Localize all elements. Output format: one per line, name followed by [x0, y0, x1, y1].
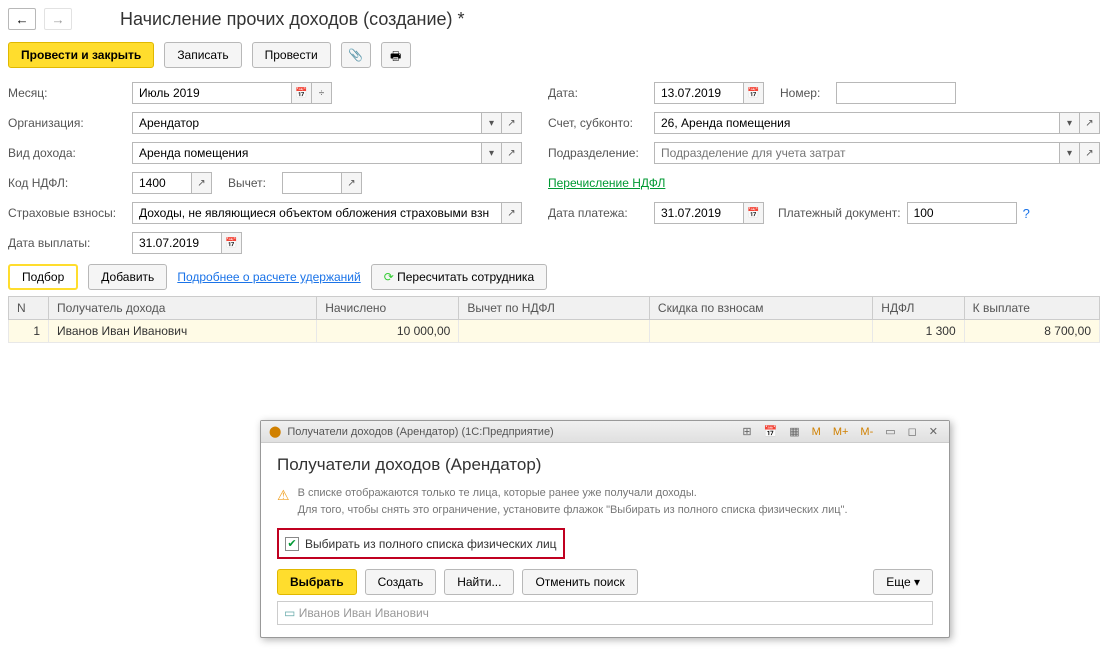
list-item: Иванов Иван Иванович — [299, 606, 429, 620]
alert-line-2: Для того, чтобы снять это ограничение, у… — [298, 502, 848, 519]
dept-label: Подразделение: — [548, 146, 648, 160]
minimize-icon[interactable]: ▭ — [882, 425, 898, 438]
number-label: Номер: — [780, 86, 830, 100]
select-button[interactable]: Выбрать — [277, 569, 357, 595]
grid-icon[interactable]: ▦ — [786, 425, 802, 438]
income-grid: N Получатель дохода Начислено Вычет по Н… — [8, 296, 1100, 343]
app-icon: ⬤ — [269, 425, 281, 438]
refresh-icon: ⟳ — [384, 270, 394, 284]
payout-date-label: Дата выплаты: — [8, 236, 126, 250]
find-button[interactable]: Найти... — [444, 569, 514, 595]
open-icon[interactable]: ↗ — [342, 172, 362, 194]
col-discount[interactable]: Скидка по взносам — [649, 297, 872, 320]
pick-button[interactable]: Подбор — [8, 264, 78, 290]
recalc-button[interactable]: ⟳ Пересчитать сотрудника — [371, 264, 547, 290]
col-payout[interactable]: К выплате — [964, 297, 1099, 320]
dropdown-icon[interactable]: ▾ — [1060, 112, 1080, 134]
deduction-label: Вычет: — [228, 176, 276, 190]
account-label: Счет, субконто: — [548, 116, 648, 130]
help-icon[interactable]: ? — [1023, 206, 1030, 221]
ins-label: Страховые взносы: — [8, 206, 126, 220]
attachment-icon[interactable]: 📎 — [341, 42, 371, 68]
person-icon: ▭ — [284, 606, 295, 620]
add-button[interactable]: Добавить — [88, 264, 167, 290]
open-icon[interactable]: ↗ — [1080, 112, 1100, 134]
col-recipient[interactable]: Получатель дохода — [49, 297, 317, 320]
pay-doc-input[interactable] — [907, 202, 1017, 224]
dept-input[interactable] — [654, 142, 1060, 164]
open-icon[interactable]: ↗ — [1080, 142, 1100, 164]
details-link[interactable]: Подробнее о расчете удержаний — [177, 270, 360, 284]
pay-date-input[interactable] — [654, 202, 744, 224]
popup-title: Получатели доходов (Арендатор) (1С:Предп… — [287, 426, 553, 438]
month-input[interactable] — [132, 82, 292, 104]
popup-list[interactable]: ▭ Иванов Иван Иванович — [277, 601, 933, 625]
ins-input[interactable] — [132, 202, 502, 224]
org-label: Организация: — [8, 116, 126, 130]
income-type-input[interactable] — [132, 142, 482, 164]
dropdown-icon[interactable]: ▾ — [482, 142, 502, 164]
pay-doc-label: Платежный документ: — [778, 206, 901, 220]
col-accrued[interactable]: Начислено — [317, 297, 459, 320]
spinner-icon[interactable]: ÷ — [312, 82, 332, 104]
open-icon[interactable]: ↗ — [502, 202, 522, 224]
create-button[interactable]: Создать — [365, 569, 437, 595]
org-input[interactable] — [132, 112, 482, 134]
chevron-down-icon: ▾ — [914, 575, 920, 589]
open-icon[interactable]: ↗ — [502, 142, 522, 164]
calendar-icon[interactable]: 📅 — [292, 82, 312, 104]
date-input[interactable] — [654, 82, 744, 104]
ndfl-code-input[interactable] — [132, 172, 192, 194]
submit-button[interactable]: Провести — [252, 42, 331, 68]
cancel-search-button[interactable]: Отменить поиск — [522, 569, 637, 595]
open-icon[interactable]: ↗ — [502, 112, 522, 134]
open-icon[interactable]: ↗ — [192, 172, 212, 194]
deduction-input[interactable] — [282, 172, 342, 194]
table-row[interactable]: 1 Иванов Иван Иванович 10 000,00 1 300 8… — [9, 320, 1100, 343]
dropdown-icon[interactable]: ▾ — [1060, 142, 1080, 164]
col-ndfl[interactable]: НДФЛ — [873, 297, 964, 320]
alert-line-1: В списке отображаются только те лица, ко… — [298, 485, 848, 502]
popup-header: Получатели доходов (Арендатор) — [277, 455, 933, 475]
calendar-icon[interactable]: 📅 — [744, 202, 764, 224]
month-label: Месяц: — [8, 86, 126, 100]
calendar-icon[interactable]: 📅 — [222, 232, 242, 254]
nav-back-button[interactable]: ← — [8, 8, 36, 30]
calendar-icon[interactable]: 📅 — [744, 82, 764, 104]
print-icon[interactable]: 🖶 — [381, 42, 411, 68]
account-input[interactable] — [654, 112, 1060, 134]
dropdown-icon[interactable]: ▾ — [482, 112, 502, 134]
full-list-checkbox[interactable]: ✔ Выбирать из полного списка физических … — [285, 537, 557, 551]
more-button[interactable]: Еще ▾ — [873, 569, 933, 595]
pay-date-label: Дата платежа: — [548, 206, 648, 220]
m-badge[interactable]: M — [809, 426, 824, 438]
ndfl-code-label: Код НДФЛ: — [8, 176, 126, 190]
payout-date-input[interactable] — [132, 232, 222, 254]
transfer-ndfl-link[interactable]: Перечисление НДФЛ — [548, 176, 665, 190]
col-n[interactable]: N — [9, 297, 49, 320]
warning-icon: ⚠ — [277, 485, 290, 518]
calc-icon[interactable]: ⊞ — [739, 425, 754, 438]
recipients-popup: ⬤ Получатели доходов (Арендатор) (1С:Пре… — [260, 420, 950, 638]
close-icon[interactable]: ✕ — [926, 425, 941, 438]
submit-close-button[interactable]: Провести и закрыть — [8, 42, 154, 68]
checkbox-highlight: ✔ Выбирать из полного списка физических … — [277, 528, 565, 559]
number-input[interactable] — [836, 82, 956, 104]
col-deduction[interactable]: Вычет по НДФЛ — [459, 297, 650, 320]
income-type-label: Вид дохода: — [8, 146, 126, 160]
m-plus-badge[interactable]: M+ — [830, 426, 852, 438]
m-minus-badge[interactable]: M- — [857, 426, 876, 438]
page-title: Начисление прочих доходов (создание) * — [120, 9, 465, 30]
nav-forward-button[interactable]: → — [44, 8, 72, 30]
maximize-icon[interactable]: ◻ — [905, 425, 920, 438]
calendar-icon[interactable]: 📅 — [761, 425, 781, 438]
date-label: Дата: — [548, 86, 648, 100]
checkmark-icon: ✔ — [285, 537, 299, 551]
save-button[interactable]: Записать — [164, 42, 241, 68]
